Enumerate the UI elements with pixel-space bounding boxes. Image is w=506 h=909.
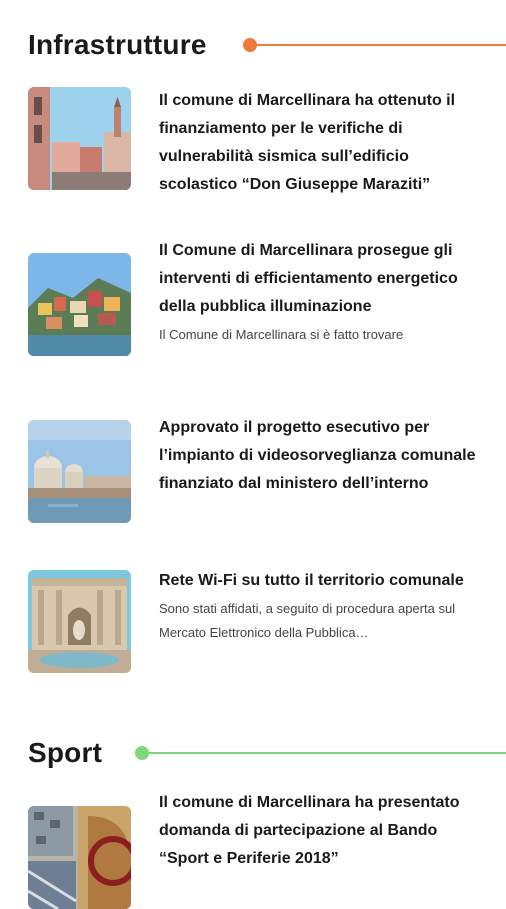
news-item-description: Sono stati affidati, a seguito di proced… — [159, 601, 456, 640]
news-item-text: Il comune di Marcellinara ha presentato … — [159, 789, 488, 873]
news-item-title[interactable]: Il Comune di Marcellinara prosegue gli i… — [159, 237, 488, 321]
city-street-photo[interactable] — [28, 87, 131, 190]
section-header-infrastrutture: Infrastrutture — [28, 25, 506, 65]
fountain-monument-photo[interactable] — [28, 570, 131, 673]
news-item-title[interactable]: Il comune di Marcellinara ha presentato … — [159, 789, 488, 873]
news-item-text: Il Comune di Marcellinara prosegue gli i… — [159, 237, 488, 347]
news-item-description: Il Comune di Marcellinara si è fatto tro… — [159, 327, 404, 342]
news-item-title[interactable]: Il comune di Marcellinara ha ottenuto il… — [159, 87, 488, 199]
news-item-text: Rete Wi-Fi su tutto il territorio comuna… — [159, 567, 488, 645]
sports-field-photo[interactable] — [28, 806, 131, 909]
section-title: Sport — [28, 737, 103, 768]
news-item-text: Il comune di Marcellinara ha ottenuto il… — [159, 87, 488, 199]
section-divider-line — [147, 752, 506, 754]
coastal-village-photo[interactable] — [28, 253, 131, 356]
section-divider-line — [255, 44, 506, 46]
news-item-title[interactable]: Rete Wi-Fi su tutto il territorio comuna… — [159, 567, 488, 595]
section-title: Infrastrutture — [28, 29, 207, 60]
section-header-sport: Sport — [28, 733, 506, 773]
news-item-text: Approvato il progetto esecutivo per l’im… — [159, 414, 488, 498]
venice-canal-photo[interactable] — [28, 420, 131, 523]
news-item-title[interactable]: Approvato il progetto esecutivo per l’im… — [159, 414, 488, 498]
